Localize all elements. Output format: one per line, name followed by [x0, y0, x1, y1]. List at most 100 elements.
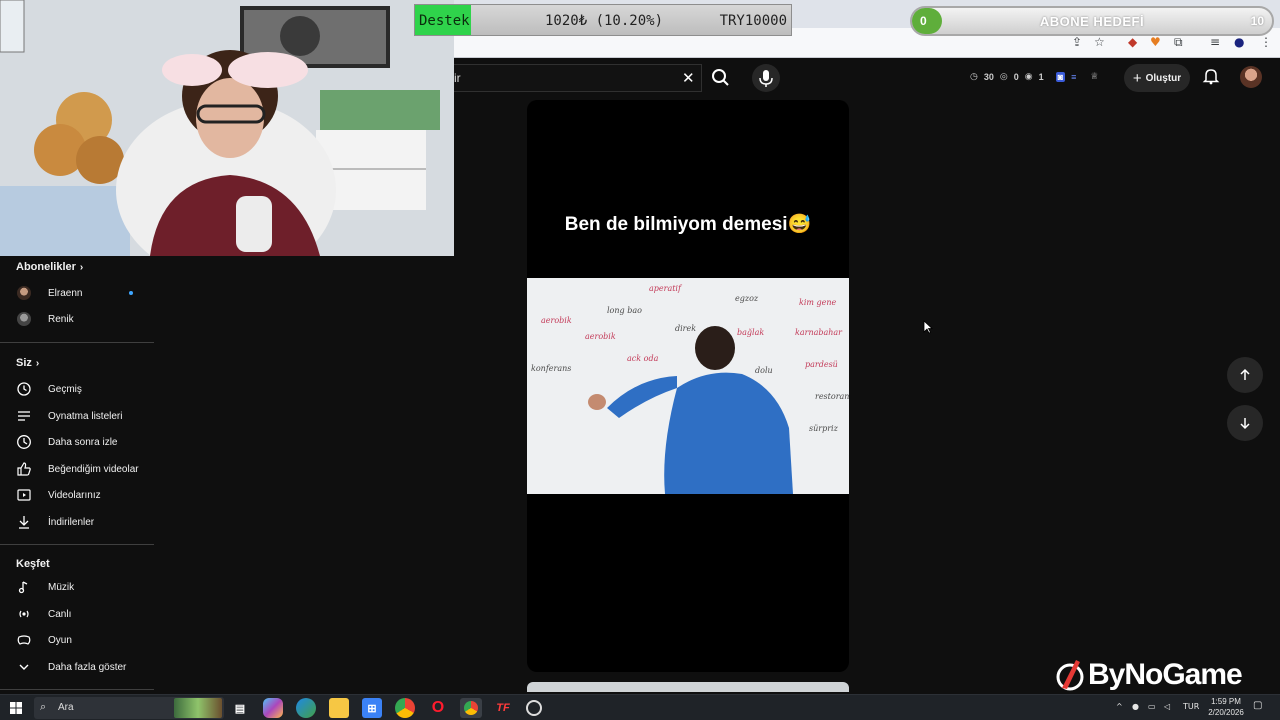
obs-icon[interactable]	[526, 700, 542, 716]
eye-icon: ◎	[999, 71, 1008, 81]
mic-icon[interactable]: ●	[1132, 702, 1139, 711]
cast-icon[interactable]: ⇪	[1072, 35, 1082, 49]
next-short-preview[interactable]	[527, 682, 849, 692]
search-button[interactable]	[706, 64, 736, 92]
sidebar-item-label: Renik	[48, 313, 74, 325]
gaming-icon	[16, 632, 32, 648]
arrow-up-icon	[1240, 368, 1250, 380]
music-icon	[16, 579, 32, 595]
sidebar-item-elraenn[interactable]: Elraenn	[0, 280, 154, 306]
network-icon[interactable]: ▭	[1148, 702, 1156, 711]
sidebar-heading-label: Siz	[16, 357, 32, 369]
download-icon	[16, 514, 32, 530]
task-view-icon[interactable]: ▤	[230, 698, 250, 718]
chevron-up-icon[interactable]: ^	[1116, 702, 1123, 711]
sidebar-item-your-videos[interactable]: Videolarınız	[0, 482, 154, 508]
history-icon	[16, 381, 32, 397]
clock-date[interactable]: 2/20/2026	[1200, 708, 1252, 717]
new-content-dot	[129, 291, 133, 295]
volume-icon[interactable]: ◁	[1164, 702, 1170, 711]
file-explorer-icon[interactable]	[329, 698, 349, 718]
language-indicator[interactable]: TUR	[1183, 702, 1199, 711]
notifications-button[interactable]	[1202, 67, 1220, 90]
list-icon[interactable]: ≡	[1210, 35, 1220, 49]
sidebar-item-playlists[interactable]: Oynatma listeleri	[0, 403, 154, 429]
teacher-figure	[588, 326, 793, 494]
sidebar-item-label: İndirilenler	[48, 516, 95, 528]
search-highlight-icon	[174, 698, 222, 718]
close-icon[interactable]: ✕	[682, 69, 695, 87]
sidebar-item-liked-videos[interactable]: Beğendiğim videolar	[0, 456, 154, 482]
playlist-icon	[16, 408, 32, 424]
sidebar-item-music[interactable]: Müzik	[0, 574, 154, 600]
puzzle-icon[interactable]: ⧉	[1174, 35, 1183, 50]
search-icon	[712, 69, 729, 86]
sidebar-item-renik[interactable]: Renik	[0, 306, 154, 332]
sidebar-heading-explore: Keşfet	[16, 558, 50, 570]
extension-badge-icon[interactable]: ◙	[1055, 71, 1066, 82]
create-button-label: Oluştur	[1145, 72, 1182, 84]
plus-icon: +	[1132, 69, 1142, 87]
notification-center-icon[interactable]: ▢	[1253, 700, 1262, 711]
start-button[interactable]	[10, 701, 22, 714]
sidebar-item-label: Oynatma listeleri	[48, 410, 123, 422]
previous-short-button[interactable]	[1227, 357, 1263, 393]
search-input-value: ir	[454, 71, 461, 85]
search-input[interactable]: ir ✕	[454, 64, 702, 92]
avatar[interactable]	[1240, 66, 1262, 88]
tf-icon[interactable]: TF	[493, 698, 513, 718]
mouse-cursor-icon	[923, 320, 934, 339]
edge-icon[interactable]	[296, 698, 316, 718]
chevron-down-icon	[16, 659, 32, 675]
stat-views: 30	[983, 71, 994, 82]
sidebar-item-label: Müzik	[48, 581, 75, 593]
eye-icon: ◉	[1024, 71, 1033, 81]
clock-time[interactable]: 1:59 PM	[1206, 697, 1246, 706]
mic-icon	[759, 70, 773, 87]
trophy-icon[interactable]: ♕	[1090, 71, 1098, 82]
opera-icon[interactable]: O	[428, 698, 448, 718]
sidebar-item-label: Elraenn	[48, 287, 83, 299]
short-video-player[interactable]: Ben de bilmiyom demesi😅 aperatif long ba…	[527, 100, 849, 672]
subscriber-goal-bar: 0 ABONE HEDEFİ 10	[910, 6, 1274, 36]
video-icon	[16, 487, 32, 503]
sidebar: Abonelikler › Elraenn Renik Siz › Geçmiş O…	[0, 256, 154, 690]
sidebar-heading-you[interactable]: Siz ›	[16, 357, 39, 369]
sidebar-item-label: Oyun	[48, 634, 72, 646]
chevron-right-icon: ›	[35, 358, 40, 369]
sidebar-item-label: Videolarınız	[48, 489, 101, 501]
short-video-frame: aperatif long bao egzoz kim gene aerobik…	[527, 278, 849, 494]
sidebar-item-show-more[interactable]: Daha fazla göster	[0, 654, 154, 680]
taskbar-search[interactable]: ⌕ Ara	[34, 697, 224, 719]
chrome-active-icon[interactable]	[460, 698, 482, 718]
sidebar-item-live[interactable]: Canlı	[0, 601, 154, 627]
watermark-text: ByNoGame	[1088, 658, 1243, 691]
profile-icon[interactable]: ●	[1234, 35, 1244, 49]
extension-stats: ◷ 30 ◎ 0 ◉ 1 ◙ ≡ ♕	[970, 71, 1098, 82]
channel-avatar	[16, 285, 32, 301]
next-short-button[interactable]	[1227, 405, 1263, 441]
extension-icon[interactable]: ♥	[1150, 35, 1161, 49]
star-icon[interactable]: ☆	[1094, 35, 1105, 49]
sidebar-item-watch-later[interactable]: Daha sonra izle	[0, 429, 154, 455]
sidebar-item-downloads[interactable]: İndirilenler	[0, 509, 154, 535]
thumbs-up-icon	[16, 461, 32, 477]
sidebar-heading-subscriptions[interactable]: Abonelikler ›	[16, 261, 83, 273]
youtube-header: ir ✕ ◷ 30 ◎ 0 ◉ 1 ◙ ≡ ♕ + Oluştur	[454, 58, 1280, 98]
menu-icon[interactable]: ⋮	[1260, 35, 1272, 49]
live-icon	[16, 606, 32, 622]
extension-icon[interactable]: ◆	[1128, 35, 1137, 49]
search-icon: ⌕	[40, 700, 47, 713]
create-button[interactable]: + Oluştur	[1124, 64, 1190, 92]
clock-icon	[16, 434, 32, 450]
subscriber-goal-target: 10	[1250, 14, 1264, 28]
chrome-icon[interactable]	[395, 698, 415, 718]
sidebar-item-gaming[interactable]: Oyun	[0, 627, 154, 653]
copilot-icon[interactable]	[263, 698, 283, 718]
sidebar-item-history[interactable]: Geçmiş	[0, 376, 154, 402]
sidebar-item-label: Geçmiş	[48, 383, 82, 395]
list-icon[interactable]: ≡	[1071, 72, 1076, 82]
store-icon[interactable]: ⊞	[362, 698, 382, 718]
voice-search-button[interactable]	[752, 64, 780, 92]
stat-likes: 0	[1013, 71, 1019, 82]
